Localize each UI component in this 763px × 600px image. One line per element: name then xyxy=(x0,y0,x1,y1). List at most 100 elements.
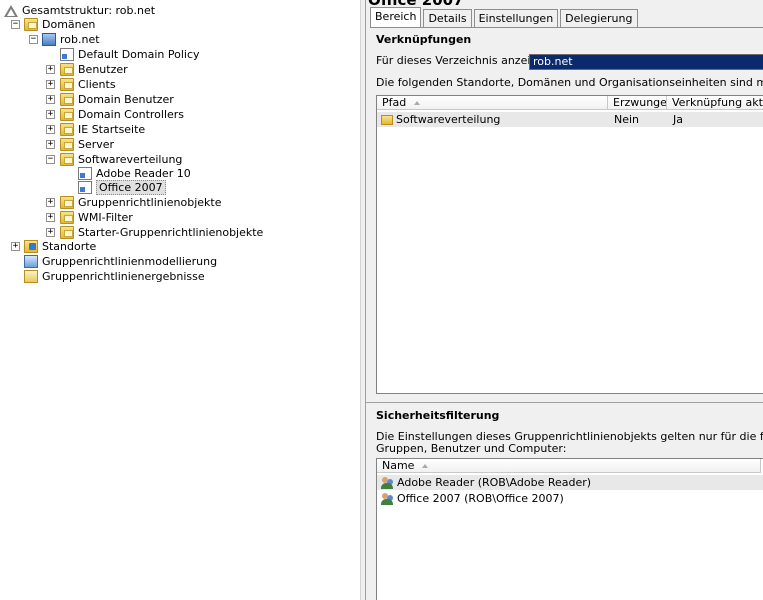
tab-strip: Bereich Details Einstellungen Delegierun… xyxy=(370,7,640,28)
tree-item-office-2007[interactable]: Office 2007 xyxy=(78,180,166,195)
links-table[interactable]: Pfad Erzwungen Verknüpfung aktivier Soft… xyxy=(376,95,763,394)
security-entry-name: Office 2007 (ROB\Office 2007) xyxy=(397,492,564,505)
gpo-link-icon xyxy=(78,181,92,194)
expand-standorte-toggle[interactable]: + xyxy=(11,242,20,251)
expand-ie-startseite-toggle[interactable]: + xyxy=(46,125,55,134)
gpmc-tree-pane: Gesamtstruktur: rob.net − Domänen − rob.… xyxy=(0,0,360,600)
tree-item-results[interactable]: Gruppenrichtlinienergebnisse xyxy=(24,269,205,284)
enabled-cell: Ja xyxy=(673,113,683,126)
tree-item-label: Starter-Gruppenrichtlinienobjekte xyxy=(78,226,264,239)
tree-item-label: Standorte xyxy=(42,240,97,253)
expand-wmi-filter-toggle[interactable]: + xyxy=(46,213,55,222)
ou-folder-icon xyxy=(60,123,74,136)
show-in-label: Für dieses Verzeichnis anzeigen: xyxy=(376,54,555,67)
group-icon xyxy=(381,493,394,505)
path-value: Softwareverteilung xyxy=(396,113,501,126)
show-in-dropdown[interactable]: rob.net xyxy=(529,54,763,70)
tree-item-label: Gruppenrichtlinienmodellierung xyxy=(42,255,218,268)
expand-domain-benutzer-toggle[interactable]: + xyxy=(46,95,55,104)
gpo-link-icon xyxy=(78,167,92,180)
ou-folder-icon xyxy=(60,78,74,91)
tree-item-label: WMI-Filter xyxy=(78,211,133,224)
tree-item-adobe-reader-10[interactable]: Adobe Reader 10 xyxy=(78,166,191,181)
ou-folder-icon xyxy=(60,108,74,121)
tree-item-label: Adobe Reader 10 xyxy=(96,167,191,180)
tab-details[interactable]: Details xyxy=(423,9,472,28)
tree-item-label: Clients xyxy=(78,78,116,91)
ou-folder-icon xyxy=(381,115,393,125)
tree-item-default-domain-policy[interactable]: Default Domain Policy xyxy=(60,47,200,62)
tree-item-modeling[interactable]: Gruppenrichtlinienmodellierung xyxy=(24,254,217,269)
tree-item-standorte[interactable]: Standorte xyxy=(24,239,96,254)
tree-item-label-selected: Office 2007 xyxy=(96,180,166,195)
expand-starter-gpo-toggle[interactable]: + xyxy=(46,228,55,237)
tree-item-benutzer[interactable]: Benutzer xyxy=(60,62,128,77)
collapse-softwareverteilung-toggle[interactable]: − xyxy=(46,155,55,164)
sort-ascending-icon xyxy=(422,464,429,468)
tree-item-server[interactable]: Server xyxy=(60,137,114,152)
tree-item-label: rob.net xyxy=(60,33,100,46)
tree-item-label: Gesamtstruktur: rob.net xyxy=(22,4,156,17)
sort-ascending-icon xyxy=(414,101,421,105)
tree-item-domain-benutzer[interactable]: Domain Benutzer xyxy=(60,92,174,107)
tree-item-label: Softwareverteilung xyxy=(78,153,183,166)
column-header-name[interactable]: Name xyxy=(377,459,761,473)
tree-item-ie-startseite[interactable]: IE Startseite xyxy=(60,122,145,137)
section-splitter[interactable] xyxy=(366,402,763,407)
group-icon xyxy=(381,477,394,489)
domains-folder-icon xyxy=(24,18,38,31)
collapse-domains-toggle[interactable]: − xyxy=(11,20,20,29)
tree-item-label: Server xyxy=(78,138,115,151)
tree-item-label: IE Startseite xyxy=(78,123,146,136)
tree-item-wmi-filter[interactable]: WMI-Filter xyxy=(60,210,133,225)
tree-item-robnet[interactable]: rob.net xyxy=(42,32,100,47)
tree-item-clients[interactable]: Clients xyxy=(60,77,116,92)
tree-item-label: Gruppenrichtlinienergebnisse xyxy=(42,270,205,283)
enforced-cell: Nein xyxy=(614,113,640,126)
expand-domain-controllers-toggle[interactable]: + xyxy=(46,110,55,119)
security-filter-table[interactable]: Name Adobe Reader (ROB\Adobe Reader) Off… xyxy=(376,458,763,600)
tree-item-forest[interactable]: Gesamtstruktur: rob.net xyxy=(4,3,155,18)
tree-item-softwareverteilung[interactable]: Softwareverteilung xyxy=(60,152,182,167)
security-entry-name: Adobe Reader (ROB\Adobe Reader) xyxy=(397,476,592,489)
tree-item-gruppenrichtlinienobjekte[interactable]: Gruppenrichtlinienobjekte xyxy=(60,195,222,210)
links-description: Die folgenden Standorte, Domänen und Org… xyxy=(376,76,763,89)
wmi-folder-icon xyxy=(60,211,74,224)
modeling-icon xyxy=(24,255,38,268)
security-description-line2: Gruppen, Benutzer und Computer: xyxy=(376,442,567,455)
tree-item-domains[interactable]: Domänen xyxy=(24,17,95,32)
expand-benutzer-toggle[interactable]: + xyxy=(46,65,55,74)
collapse-robnet-toggle[interactable]: − xyxy=(29,35,38,44)
column-header-pfad[interactable]: Pfad xyxy=(377,96,608,110)
gpo-folder-icon xyxy=(60,196,74,209)
tree-item-label: Benutzer xyxy=(78,63,128,76)
security-entry: Office 2007 (ROB\Office 2007) xyxy=(381,491,564,506)
column-header-label: Name xyxy=(382,459,415,472)
column-header-erzwungen[interactable]: Erzwungen xyxy=(608,96,667,110)
gpo-link-icon xyxy=(60,48,74,61)
security-entry: Adobe Reader (ROB\Adobe Reader) xyxy=(381,475,591,490)
forest-icon xyxy=(4,4,18,17)
list-item[interactable]: Office 2007 (ROB\Office 2007) xyxy=(377,491,763,506)
expand-gpo-container-toggle[interactable]: + xyxy=(46,198,55,207)
expand-clients-toggle[interactable]: + xyxy=(46,80,55,89)
tree-item-starter-gpos[interactable]: Starter-Gruppenrichtlinienobjekte xyxy=(60,225,263,240)
tab-delegierung[interactable]: Delegierung xyxy=(560,9,638,28)
tab-bereich[interactable]: Bereich xyxy=(370,7,422,28)
starter-gpo-folder-icon xyxy=(60,226,74,239)
table-row[interactable]: Softwareverteilung Nein Ja xyxy=(377,112,763,127)
tab-einstellungen[interactable]: Einstellungen xyxy=(473,9,559,28)
security-filtering-heading: Sicherheitsfilterung xyxy=(376,409,500,422)
ou-folder-icon xyxy=(60,153,74,166)
tree-item-domain-controllers[interactable]: Domain Controllers xyxy=(60,107,184,122)
ou-folder-icon xyxy=(60,63,74,76)
ou-folder-icon xyxy=(60,93,74,106)
ou-folder-icon xyxy=(60,138,74,151)
results-icon xyxy=(24,270,38,283)
column-header-verknuepfung-aktiviert[interactable]: Verknüpfung aktivier xyxy=(667,96,763,110)
tree-item-label: Gruppenrichtlinienobjekte xyxy=(78,196,222,209)
tree-item-label: Default Domain Policy xyxy=(78,48,200,61)
list-item[interactable]: Adobe Reader (ROB\Adobe Reader) xyxy=(377,475,763,490)
expand-server-toggle[interactable]: + xyxy=(46,140,55,149)
column-header-label: Pfad xyxy=(382,96,407,109)
